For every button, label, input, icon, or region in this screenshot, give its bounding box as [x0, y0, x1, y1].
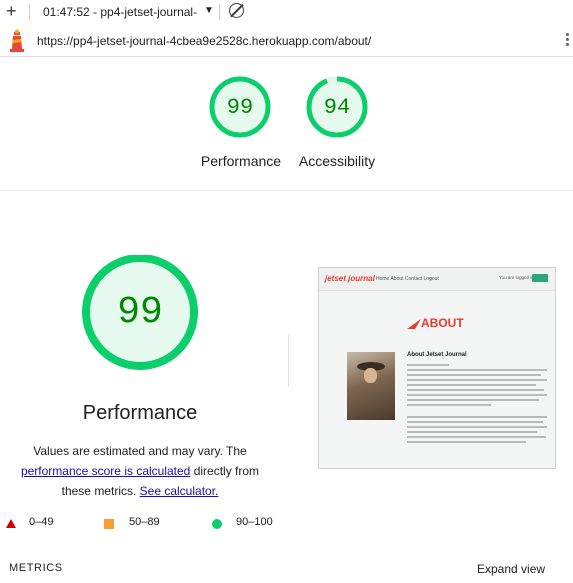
see-calculator-link[interactable]: See calculator. [140, 484, 219, 498]
plane-icon [407, 318, 421, 329]
performance-main-gauge: 99 [78, 254, 202, 379]
performance-gauge[interactable]: 99 [208, 75, 272, 139]
legend-average: 50–89 [129, 516, 160, 528]
score-calculated-link[interactable]: performance score is calculated [21, 464, 190, 478]
metrics-heading: METRICS [9, 562, 63, 574]
legend-pass: 90–100 [236, 516, 273, 528]
more-options-icon[interactable] [566, 33, 569, 48]
accessibility-gauge[interactable]: 94 [305, 75, 369, 139]
thumb-paragraph [407, 364, 547, 446]
report-selector[interactable]: 01:47:52 - pp4-jetset-journal- [43, 5, 197, 19]
thumb-button [532, 274, 548, 282]
fail-triangle-icon [6, 519, 16, 528]
thumb-logo: jetset journal [325, 274, 375, 283]
category-title: Performance [82, 402, 198, 424]
thumb-subheading: About Jetset Journal [407, 352, 467, 358]
legend-fail: 0–49 [29, 516, 54, 528]
thumb-photo-face [364, 368, 377, 383]
thumb-photo [347, 352, 395, 420]
devtools-toolbar: + 01:47:52 - pp4-jetset-journal- ▼ [0, 0, 573, 24]
thumb-heading-text: ABOUT [421, 316, 464, 330]
page-url[interactable]: https://pp4-jetset-journal-4cbea9e2528c.… [37, 34, 371, 48]
average-square-icon [104, 519, 114, 529]
lighthouse-icon [8, 29, 26, 58]
performance-label[interactable]: Performance [186, 153, 296, 169]
toolbar-divider [29, 4, 30, 20]
accessibility-score: 94 [323, 94, 351, 120]
ban-icon[interactable] [229, 3, 244, 18]
performance-score: 99 [226, 94, 254, 120]
plus-icon[interactable]: + [6, 1, 17, 22]
score-description: Values are estimated and may vary. The p… [6, 441, 274, 501]
thumb-heading: ABOUT [407, 316, 464, 330]
thumb-navbar: jetset journal Home About Contact Logout… [319, 268, 555, 291]
pass-circle-icon [212, 519, 222, 529]
expand-view-toggle[interactable]: Expand view [477, 562, 545, 576]
final-screenshot[interactable]: jetset journal Home About Contact Logout… [318, 267, 556, 469]
section-divider [0, 190, 573, 191]
description-text: Values are estimated and may vary. The [33, 444, 247, 458]
caret-down-icon[interactable]: ▼ [204, 5, 214, 16]
url-bar: https://pp4-jetset-journal-4cbea9e2528c.… [0, 28, 573, 57]
toolbar-divider [219, 4, 220, 20]
thumb-nav-links: Home About Contact Logout [376, 276, 439, 282]
main-score: 99 [117, 290, 163, 334]
vertical-divider [288, 335, 289, 387]
accessibility-label[interactable]: Accessibility [282, 153, 392, 169]
